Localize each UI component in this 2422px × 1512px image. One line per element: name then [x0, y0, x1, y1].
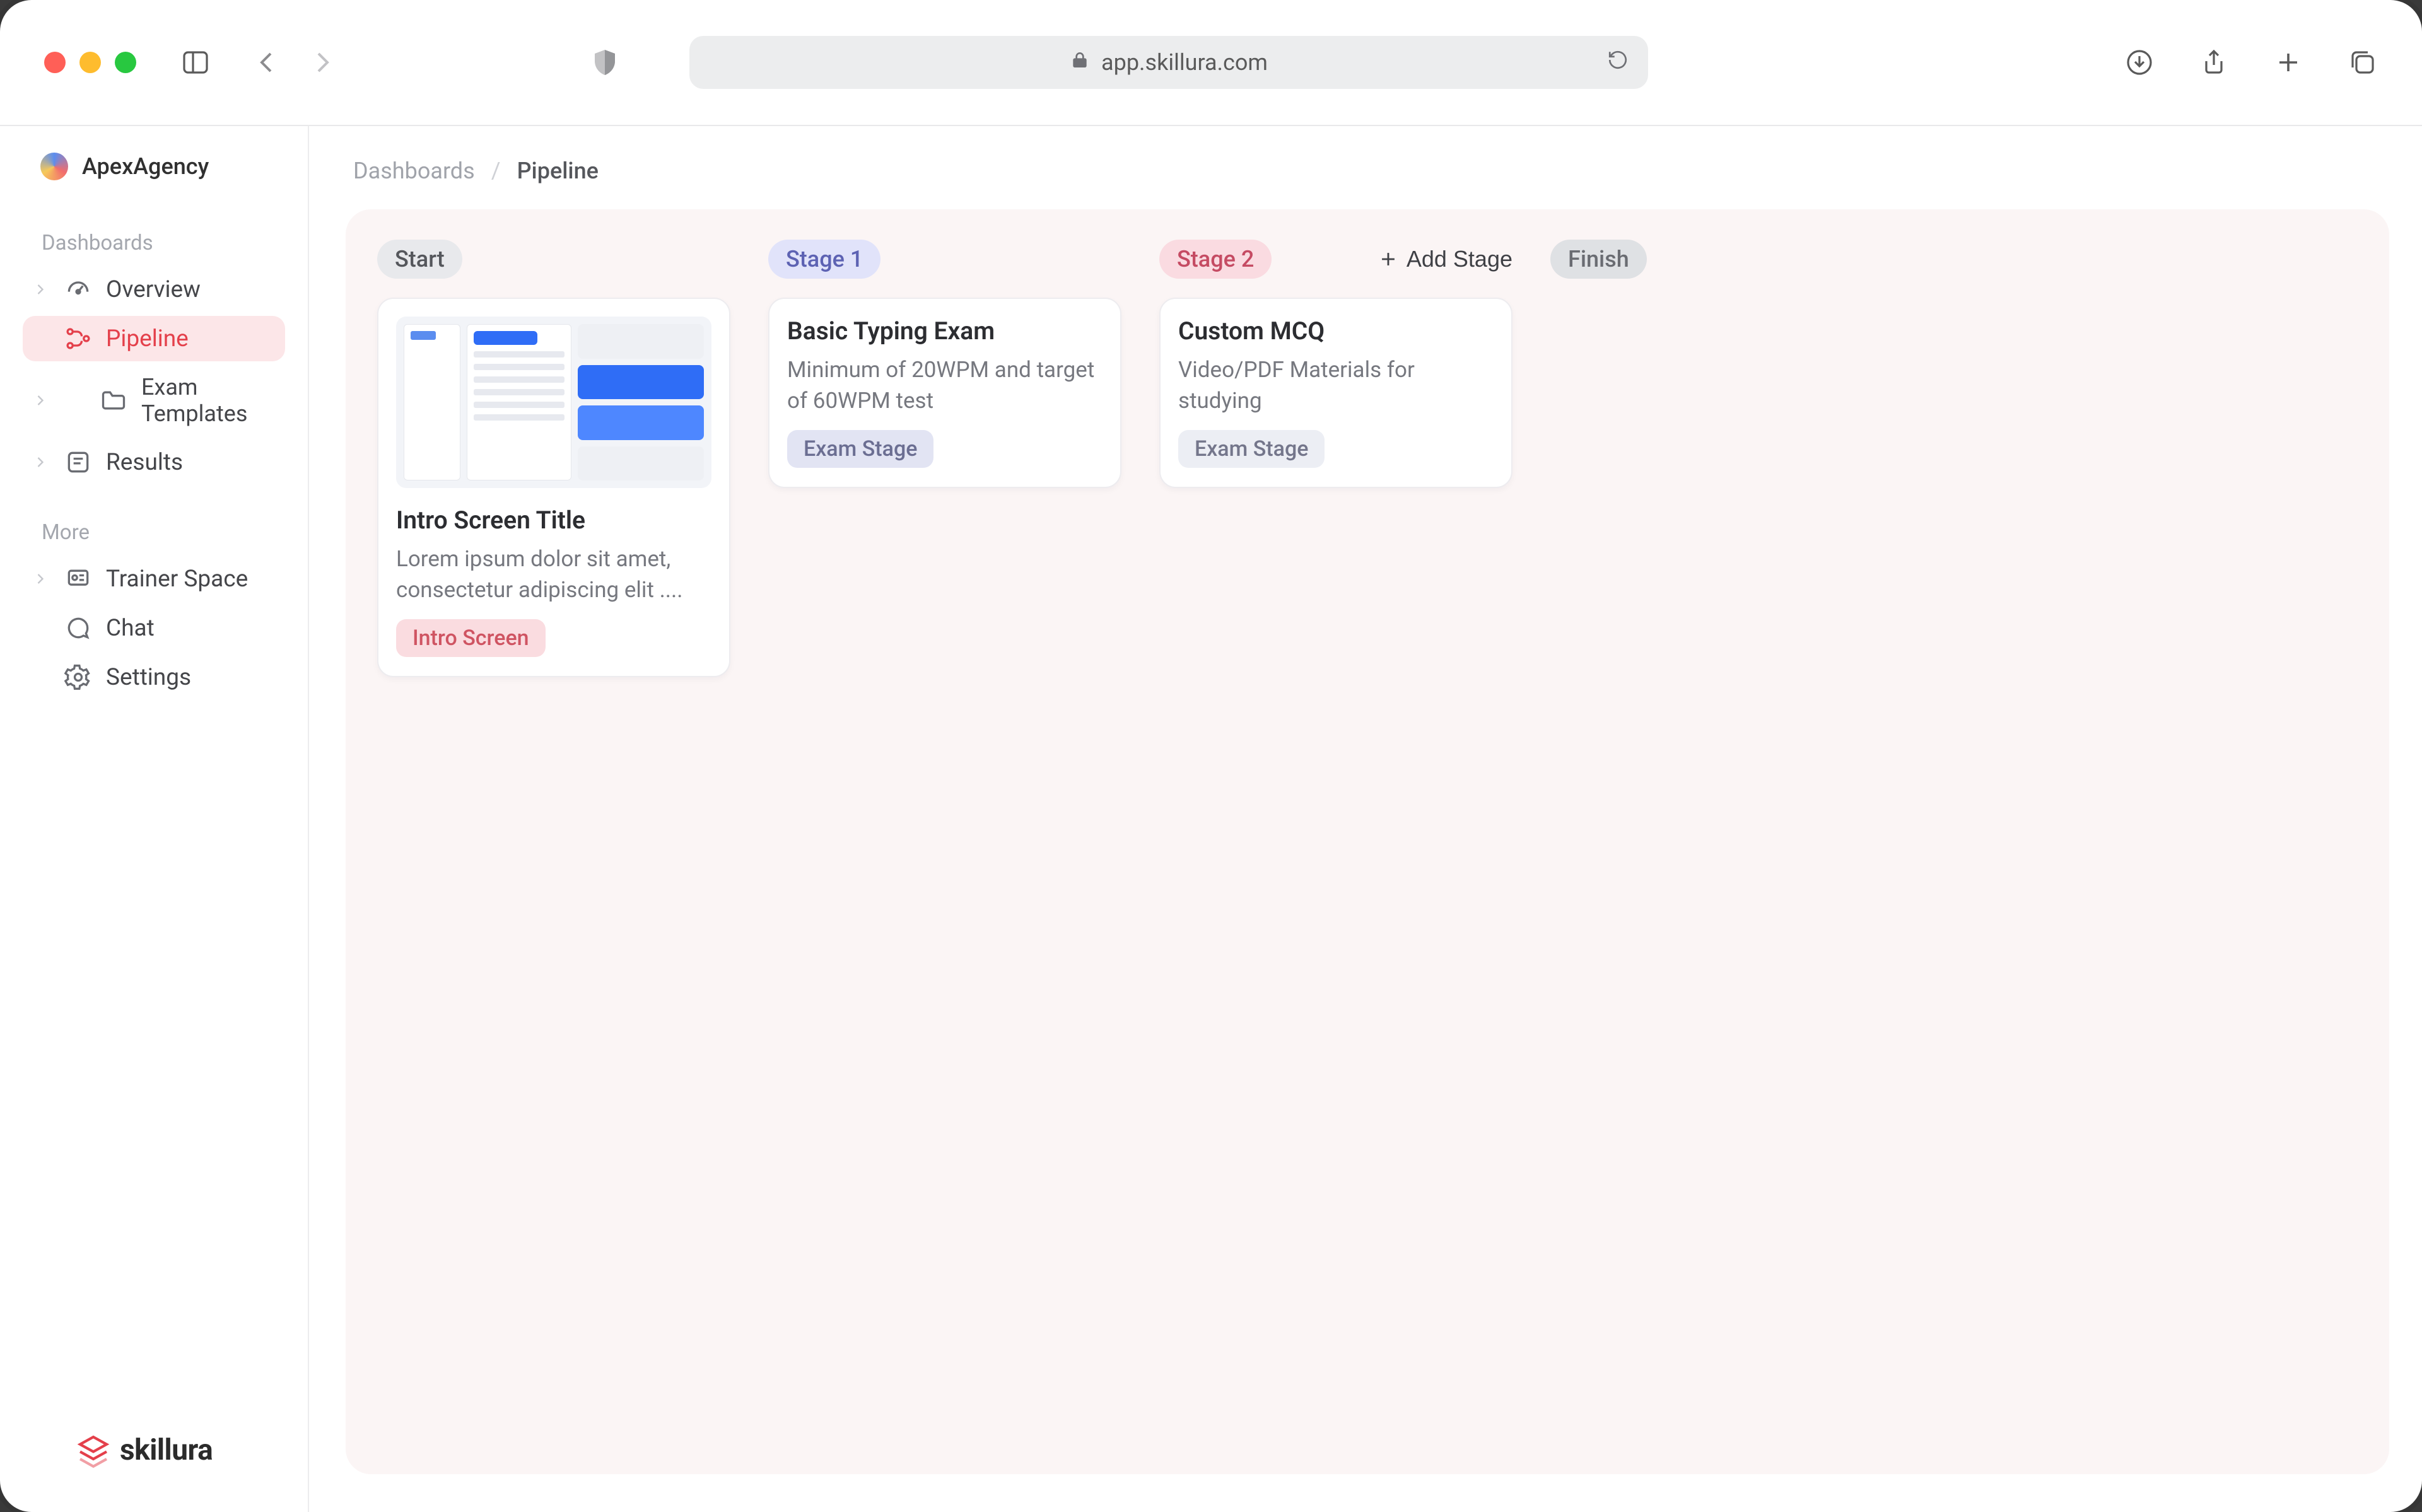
sidebar-item-label: Trainer Space — [106, 566, 248, 593]
sidebar-item-label: Results — [106, 449, 183, 476]
nav-more: Trainer Space Chat — [0, 552, 308, 704]
sidebar-item-results[interactable]: Results — [23, 439, 285, 485]
window-zoom-button[interactable] — [115, 52, 136, 73]
sidebar-item-label: Overview — [106, 276, 201, 303]
reload-icon[interactable] — [1606, 49, 1629, 77]
card-description: Video/PDF Materials for studying — [1178, 354, 1494, 416]
breadcrumb-separator: / — [491, 158, 501, 184]
sidebar-item-chat[interactable]: Chat — [23, 605, 285, 651]
card-description: Lorem ipsum dolor sit amet, consectetur … — [396, 544, 711, 605]
sidebar-item-trainer-space[interactable]: Trainer Space — [23, 556, 285, 602]
card-tag: Exam Stage — [1178, 430, 1325, 468]
downloads-icon[interactable] — [2124, 47, 2155, 78]
sidebar-item-label: Pipeline — [106, 325, 189, 352]
url-bar[interactable]: app.skillura.com — [689, 36, 1648, 89]
plus-icon — [1378, 248, 1399, 270]
lane-stage-1: Stage 1 Basic Typing Exam Minimum of 20W… — [768, 240, 1121, 488]
tabs-overview-icon[interactable] — [2348, 47, 2378, 78]
sidebar: ApexAgency Dashboards Overview — [0, 126, 309, 1512]
sidebar-footer: skillura — [0, 1395, 308, 1512]
card-title: Intro Screen Title — [396, 506, 711, 535]
brand-name: skillura — [120, 1433, 213, 1467]
sidebar-item-label: Exam Templates — [141, 374, 272, 427]
pipeline-icon — [64, 325, 92, 352]
lane-start: Start — [377, 240, 730, 677]
lane-label-stage-1: Stage 1 — [768, 240, 880, 279]
lane-label-finish: Finish — [1550, 240, 1647, 279]
chevron-right-icon[interactable] — [30, 569, 50, 589]
sidebar-item-label: Chat — [106, 615, 155, 642]
main: Dashboards / Pipeline Start — [309, 126, 2422, 1512]
card-intro-screen[interactable]: Intro Screen Title Lorem ipsum dolor sit… — [377, 298, 730, 677]
card-tag: Exam Stage — [787, 430, 933, 468]
folder-icon — [100, 387, 127, 414]
pipeline-board: Start — [346, 209, 2389, 1474]
card-title: Basic Typing Exam — [787, 317, 1103, 346]
lock-icon — [1070, 49, 1090, 76]
forward-icon[interactable] — [307, 47, 337, 78]
card-tag: Intro Screen — [396, 619, 546, 657]
chevron-right-icon[interactable] — [30, 452, 50, 472]
sidebar-item-label: Settings — [106, 664, 191, 691]
breadcrumb: Dashboards / Pipeline — [346, 151, 2389, 209]
trainer-icon — [64, 565, 92, 593]
workspace-name: ApexAgency — [82, 153, 209, 180]
nav-arrows — [252, 47, 337, 78]
back-icon[interactable] — [252, 47, 282, 78]
traffic-lights — [44, 52, 136, 73]
lane-stage-2: Stage 2 Add Stage Custom MCQ Video/PDF M… — [1159, 240, 1512, 488]
add-stage-label: Add Stage — [1407, 246, 1512, 272]
add-stage-button[interactable]: Add Stage — [1378, 246, 1512, 272]
window-minimize-button[interactable] — [79, 52, 101, 73]
chrome-right-actions — [2124, 47, 2378, 78]
lane-label-stage-2: Stage 2 — [1159, 240, 1272, 279]
breadcrumb-root[interactable]: Dashboards — [353, 158, 475, 184]
results-icon — [64, 448, 92, 476]
privacy-shield-icon[interactable] — [590, 47, 620, 78]
lane-finish: Finish — [1550, 240, 1647, 279]
chat-icon — [64, 614, 92, 642]
card-description: Minimum of 20WPM and target of 60WPM tes… — [787, 354, 1103, 416]
workspace-switcher[interactable]: ApexAgency — [0, 146, 308, 199]
lanes: Start — [377, 240, 2358, 677]
section-label-more: More — [0, 489, 308, 552]
sidebar-item-exam-templates[interactable]: Exam Templates — [23, 365, 285, 436]
workspace-avatar — [40, 153, 68, 180]
card-basic-typing-exam[interactable]: Basic Typing Exam Minimum of 20WPM and t… — [768, 298, 1121, 488]
card-custom-mcq[interactable]: Custom MCQ Video/PDF Materials for study… — [1159, 298, 1512, 488]
nav-dashboards: Overview Pipeline — [0, 263, 308, 489]
card-thumbnail — [396, 317, 711, 488]
card-title: Custom MCQ — [1178, 317, 1494, 346]
sidebar-item-settings[interactable]: Settings — [23, 654, 285, 700]
url-text: app.skillura.com — [1101, 49, 1268, 76]
chevron-right-icon[interactable] — [30, 390, 50, 410]
browser-chrome: app.skillura.com — [0, 0, 2422, 126]
gear-icon — [64, 663, 92, 691]
sidebar-item-pipeline[interactable]: Pipeline — [23, 316, 285, 361]
sidebar-item-overview[interactable]: Overview — [23, 267, 285, 312]
window-close-button[interactable] — [44, 52, 66, 73]
gauge-icon — [64, 276, 92, 303]
new-tab-icon[interactable] — [2273, 47, 2303, 78]
share-icon[interactable] — [2199, 47, 2229, 78]
section-label-dashboards: Dashboards — [0, 199, 308, 263]
brand-logo[interactable]: skillura — [76, 1433, 213, 1468]
lane-label-start: Start — [377, 240, 462, 279]
chevron-right-icon[interactable] — [30, 279, 50, 299]
app: ApexAgency Dashboards Overview — [0, 126, 2422, 1512]
browser-window: app.skillura.com ApexAge — [0, 0, 2422, 1512]
breadcrumb-current: Pipeline — [517, 158, 599, 184]
sidebar-toggle-icon[interactable] — [180, 47, 211, 78]
